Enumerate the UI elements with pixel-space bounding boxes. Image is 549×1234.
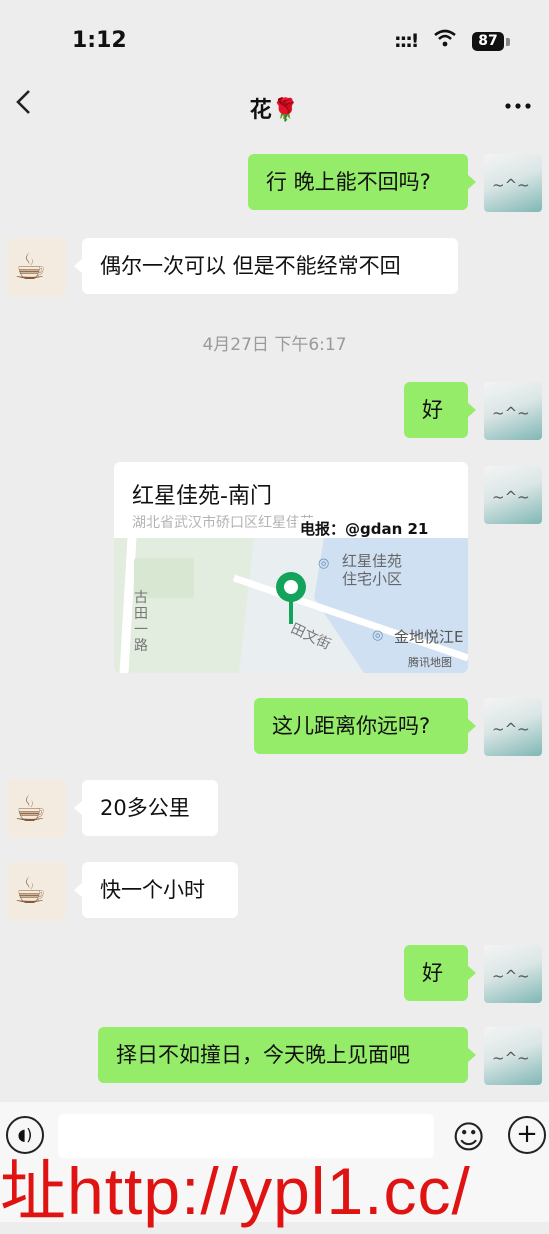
battery-tip [506,38,510,46]
message-timestamp: 4月27日 下午6:17 [202,335,347,355]
my-avatar[interactable]: ~^~ [484,154,542,212]
signal-icon: :::! [394,30,420,52]
contact-avatar[interactable]: ☕ [8,862,66,920]
chat-header: 花🌹 [0,80,549,132]
message-bubble-outgoing[interactable]: 择日不如撞日，今天晚上见面吧 [98,1027,476,1083]
message-bubble-incoming[interactable]: 快一个小时 [74,862,238,918]
message-bubble-outgoing[interactable]: 这儿距离你远吗? [254,698,476,754]
message-bubble-outgoing[interactable]: 好 [404,945,476,1001]
watermark-url: 址http://ypl1.cc/ [0,1154,471,1228]
my-avatar[interactable]: ~^~ [484,466,542,524]
map-road-label: 古田一路 [134,590,148,654]
poi-icon: ◎ [372,628,384,643]
battery-icon: 87 [472,32,504,51]
avatar-face-icon: ~^~ [492,720,530,738]
my-avatar[interactable]: ~^~ [484,698,542,756]
map-provider-label: 腾讯地图 [408,656,452,669]
avatar-face-icon: ~^~ [492,176,530,194]
my-avatar[interactable]: ~^~ [484,1027,542,1085]
status-time: 1:12 [72,28,127,53]
message-bubble-incoming[interactable]: 20多公里 [74,780,218,836]
more-options-icon[interactable] [505,84,531,117]
coffee-cup-icon: ☕ [14,789,47,830]
watermark-overlay-text: 电报：@gdan 21 [296,518,433,539]
message-bubble-outgoing[interactable]: 行 晚上能不回吗? [248,154,476,210]
contact-avatar[interactable]: ☕ [8,780,66,838]
coffee-cup-icon: ☕ [14,247,47,288]
poi-icon: ◎ [318,556,330,571]
map-poi-label: 住宅小区 [342,570,403,588]
my-avatar[interactable]: ~^~ [484,382,542,440]
location-address: 湖北省武汉市硚口区红星佳苑 [132,515,314,531]
avatar-face-icon: ~^~ [492,404,530,422]
contact-avatar[interactable]: ☕ [8,238,66,296]
message-bubble-incoming[interactable]: 偶尔一次可以 但是不能经常不回 [74,238,458,294]
chat-title: 花🌹 [0,92,549,124]
avatar-face-icon: ~^~ [492,488,530,506]
status-bar: 1:12 :::! 87 [0,0,549,80]
my-avatar[interactable]: ~^~ [484,945,542,1003]
avatar-face-icon: ~^~ [492,967,530,985]
map-poi-label: 金地悦江E [394,628,464,646]
chat-title-text: 花 [249,98,272,123]
rose-icon: 🌹 [271,98,300,123]
avatar-face-icon: ~^~ [492,1049,530,1067]
wifi-icon [434,28,456,52]
coffee-cup-icon: ☕ [14,871,47,912]
location-message-card[interactable]: 红星佳苑-南门 湖北省武汉市硚口区红星佳苑 电报：@gdan 21 ◎ 红星佳苑… [114,462,468,673]
message-bubble-outgoing[interactable]: 好 [404,382,476,438]
location-title: 红星佳苑-南门 [132,484,272,509]
